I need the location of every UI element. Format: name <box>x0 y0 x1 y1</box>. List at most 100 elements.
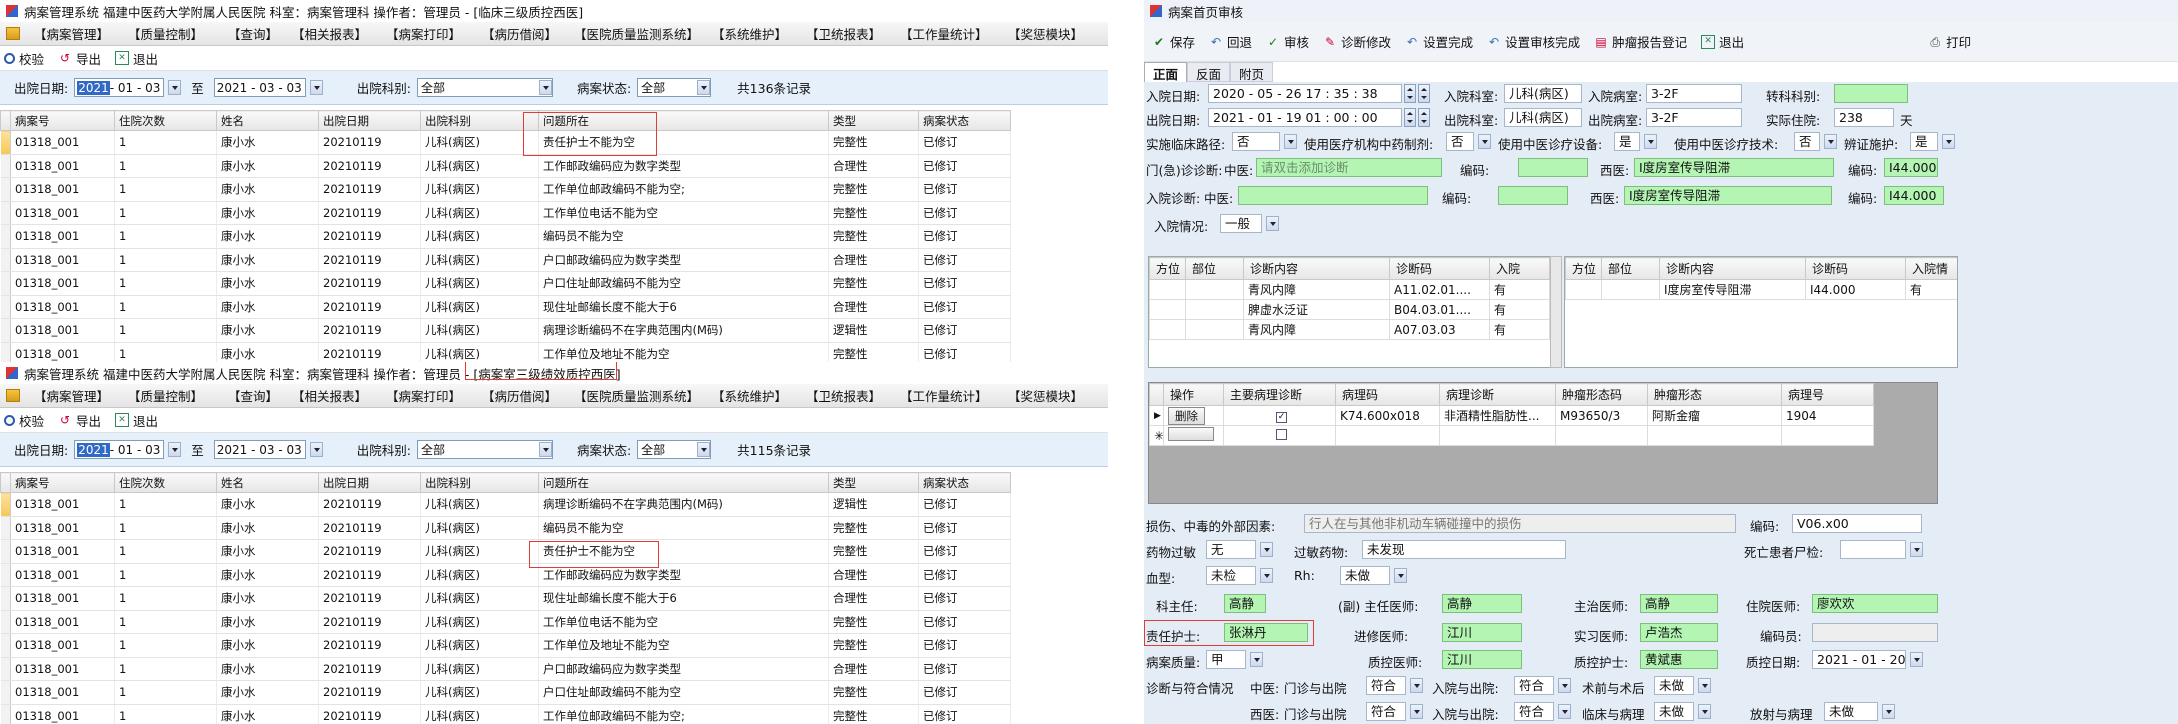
column-header[interactable]: 病案状态 <box>918 472 1011 493</box>
column-header[interactable]: 病理诊断 <box>1439 383 1556 406</box>
date-from-picker[interactable]: 2021 - 01 - 03 <box>74 78 165 97</box>
print-button[interactable]: ⎙ 打印 <box>1928 32 1971 51</box>
opt1-select[interactable]: 否 <box>1446 132 1474 151</box>
discharge-dept-input[interactable]: 儿科(病区) <box>1504 108 1582 127</box>
admit-date-spinner[interactable] <box>1404 84 1416 103</box>
row-selector[interactable] <box>0 201 11 225</box>
tumor-report-button[interactable]: ▤ 肿瘤报告登记 <box>1594 32 1687 51</box>
refresher-input[interactable]: 江川 <box>1442 623 1522 642</box>
new-row-button-cell[interactable] <box>1163 425 1224 446</box>
status-select[interactable]: 全部 <box>637 440 712 459</box>
table-row-new[interactable]: ✳ <box>1149 425 1874 446</box>
chevron-down-icon[interactable] <box>1250 652 1263 667</box>
table-row[interactable]: 01318_001 1 康小水 20210119 儿科(病区) 工作单位及地址不能为空 完整… <box>0 633 1011 658</box>
date-to-dropdown[interactable] <box>309 442 323 457</box>
opt3-select[interactable]: 否 <box>1794 132 1820 151</box>
table-row[interactable]: ▶ 删除 ✓ K74.600x018 非酒精性脂肪性... M93650/3 阿… <box>1149 405 1874 426</box>
rh-select[interactable]: 未做 <box>1340 566 1390 585</box>
date-from-dropdown[interactable] <box>168 80 182 95</box>
chevron-down-icon[interactable] <box>1942 134 1955 149</box>
admit-dept-input[interactable]: 儿科(病区) <box>1504 84 1582 103</box>
column-header[interactable]: 肿瘤形态码 <box>1555 383 1648 406</box>
column-header[interactable]: 病理码 <box>1335 383 1440 406</box>
column-header[interactable]: 问题所在 <box>538 110 829 131</box>
chevron-down-icon[interactable] <box>1698 678 1711 693</box>
row-selector[interactable] <box>0 295 11 319</box>
export-button[interactable]: ↺ 导出 <box>58 49 101 68</box>
table-row[interactable]: 01318_001 1 康小水 20210119 儿科(病区) 工作单位邮政编码不能为空;… <box>0 177 1011 202</box>
pre-post-select[interactable]: 未做 <box>1654 676 1694 695</box>
row-selector[interactable] <box>0 657 11 681</box>
table-row[interactable]: 01318_001 1 康小水 20210119 儿科(病区) 编码员不能为空 完整性 已修订 <box>0 224 1011 249</box>
table-row[interactable]: 脾虚水泛证 B04.03.01.... 有 <box>1149 299 1550 320</box>
column-header[interactable]: 出院日期 <box>318 110 421 131</box>
exit-button[interactable]: ✕ 退出 <box>115 411 158 430</box>
date-to-picker[interactable]: 2021 - 03 - 03 <box>213 440 306 459</box>
menu-item[interactable]: 【卫统报表】 <box>806 24 900 43</box>
column-header[interactable]: 住院次数 <box>114 110 217 131</box>
qc-nurse-input[interactable]: 黄斌惠 <box>1640 650 1718 669</box>
menu-item[interactable]: 【病历借阅】 <box>482 24 574 43</box>
tab-front[interactable]: 正面 <box>1144 62 1188 82</box>
column-header[interactable]: 病理号 <box>1781 383 1874 406</box>
menu-item[interactable]: 【系统维护】 <box>712 386 806 405</box>
menu-item[interactable]: 【查询】 <box>228 24 292 43</box>
column-header[interactable]: 方位 <box>1565 257 1602 280</box>
in-west-code[interactable]: I44.000 <box>1884 186 1944 205</box>
column-header[interactable]: 病案号 <box>10 472 115 493</box>
new-row-button[interactable] <box>1168 427 1214 441</box>
status-select[interactable]: 全部 <box>637 78 712 97</box>
menu-item[interactable]: 【病案打印】 <box>386 24 482 43</box>
menu-item[interactable]: 【卫统报表】 <box>806 386 900 405</box>
chevron-down-icon[interactable] <box>1410 678 1423 693</box>
admit-date-spinner[interactable] <box>1418 84 1430 103</box>
table-row[interactable]: 01318_001 1 康小水 20210119 儿科(病区) 工作单位邮政编码不能为空;… <box>0 704 1011 724</box>
row-selector[interactable] <box>0 516 11 540</box>
row-selector[interactable] <box>0 633 11 658</box>
allergy-drug-input[interactable]: 未发现 <box>1362 540 1566 559</box>
table-row[interactable]: 01318_001 1 康小水 20210119 儿科(病区) 工作单位及地址不能为空 完整… <box>0 342 1011 362</box>
menu-item[interactable]: 【质量控制】 <box>128 24 228 43</box>
column-header[interactable]: 姓名 <box>216 472 319 493</box>
column-header[interactable]: 诊断码 <box>1805 257 1906 280</box>
date-to-dropdown[interactable] <box>309 80 323 95</box>
op-tcm-input[interactable]: 请双击添加诊断 <box>1256 158 1442 177</box>
row-selector[interactable] <box>0 610 11 634</box>
table-row[interactable]: 01318_001 1 康小水 20210119 儿科(病区) 责任护士不能为空 完整性 已修… <box>0 130 1011 155</box>
nurse-input[interactable]: 张淋丹 <box>1224 623 1308 642</box>
menu-item[interactable]: 【质量控制】 <box>128 386 228 405</box>
discharge-date-input[interactable]: 2021 - 01 - 19 01 : 00 : 00 <box>1208 108 1402 127</box>
table-row[interactable]: 01318_001 1 康小水 20210119 儿科(病区) 工作邮政编码应为数字类型合… <box>0 154 1011 178</box>
chevron-down-icon[interactable] <box>1882 704 1895 719</box>
stay-days-input[interactable]: 238 <box>1834 108 1894 127</box>
discharge-date-spinner[interactable] <box>1418 108 1430 127</box>
scrollbar-vertical[interactable] <box>1550 256 1562 368</box>
column-header[interactable]: 部位 <box>1601 257 1660 280</box>
date-from-dropdown[interactable] <box>168 442 182 457</box>
column-header[interactable]: 方位 <box>1149 257 1186 280</box>
table-row[interactable]: Ⅰ度房室传导阻滞 I44.000 有 <box>1565 279 1957 300</box>
table-row[interactable]: 01318_001 1 康小水 20210119 儿科(病区) 户口住址邮政编码不能为空完… <box>0 680 1011 705</box>
table-row[interactable]: 青风内障 A07.03.03 有 <box>1149 319 1550 340</box>
row-selector[interactable] <box>0 271 11 296</box>
in-tcm-input[interactable] <box>1238 186 1428 205</box>
menu-item[interactable]: 【系统维护】 <box>712 24 806 43</box>
column-header[interactable]: 部位 <box>1185 257 1244 280</box>
chevron-down-icon[interactable] <box>1698 704 1711 719</box>
table-row[interactable]: 01318_001 1 康小水 20210119 儿科(病区) 现住址邮编长度不能大于6 合… <box>0 295 1011 319</box>
row-selector[interactable] <box>0 342 11 362</box>
table-row[interactable]: 01318_001 1 康小水 20210119 儿科(病区) 工作邮政编码应为数字类型合… <box>0 563 1011 587</box>
op-west-code[interactable]: I44.000 <box>1884 158 1938 177</box>
table-row[interactable]: 01318_001 1 康小水 20210119 儿科(病区) 户口邮政编码应为数字类型合… <box>0 657 1011 681</box>
autopsy-select[interactable] <box>1840 540 1906 559</box>
menu-item[interactable]: 【奖惩模块】 <box>1008 24 1098 43</box>
west-op-select[interactable]: 符合 <box>1366 702 1406 721</box>
menu-item[interactable]: 【相关报表】 <box>292 386 386 405</box>
column-header[interactable]: 操作 <box>1163 383 1224 406</box>
date-from-picker[interactable]: 2021 - 01 - 03 <box>74 440 165 459</box>
column-header[interactable]: 诊断内容 <box>1659 257 1806 280</box>
op-tcm-code[interactable] <box>1518 158 1588 177</box>
table-row[interactable]: 01318_001 1 康小水 20210119 儿科(病区) 工作单位电话不能为空 完整性… <box>0 610 1011 634</box>
column-header[interactable]: 诊断码 <box>1389 257 1490 280</box>
audit-button[interactable]: ✓ 审核 <box>1266 32 1309 51</box>
